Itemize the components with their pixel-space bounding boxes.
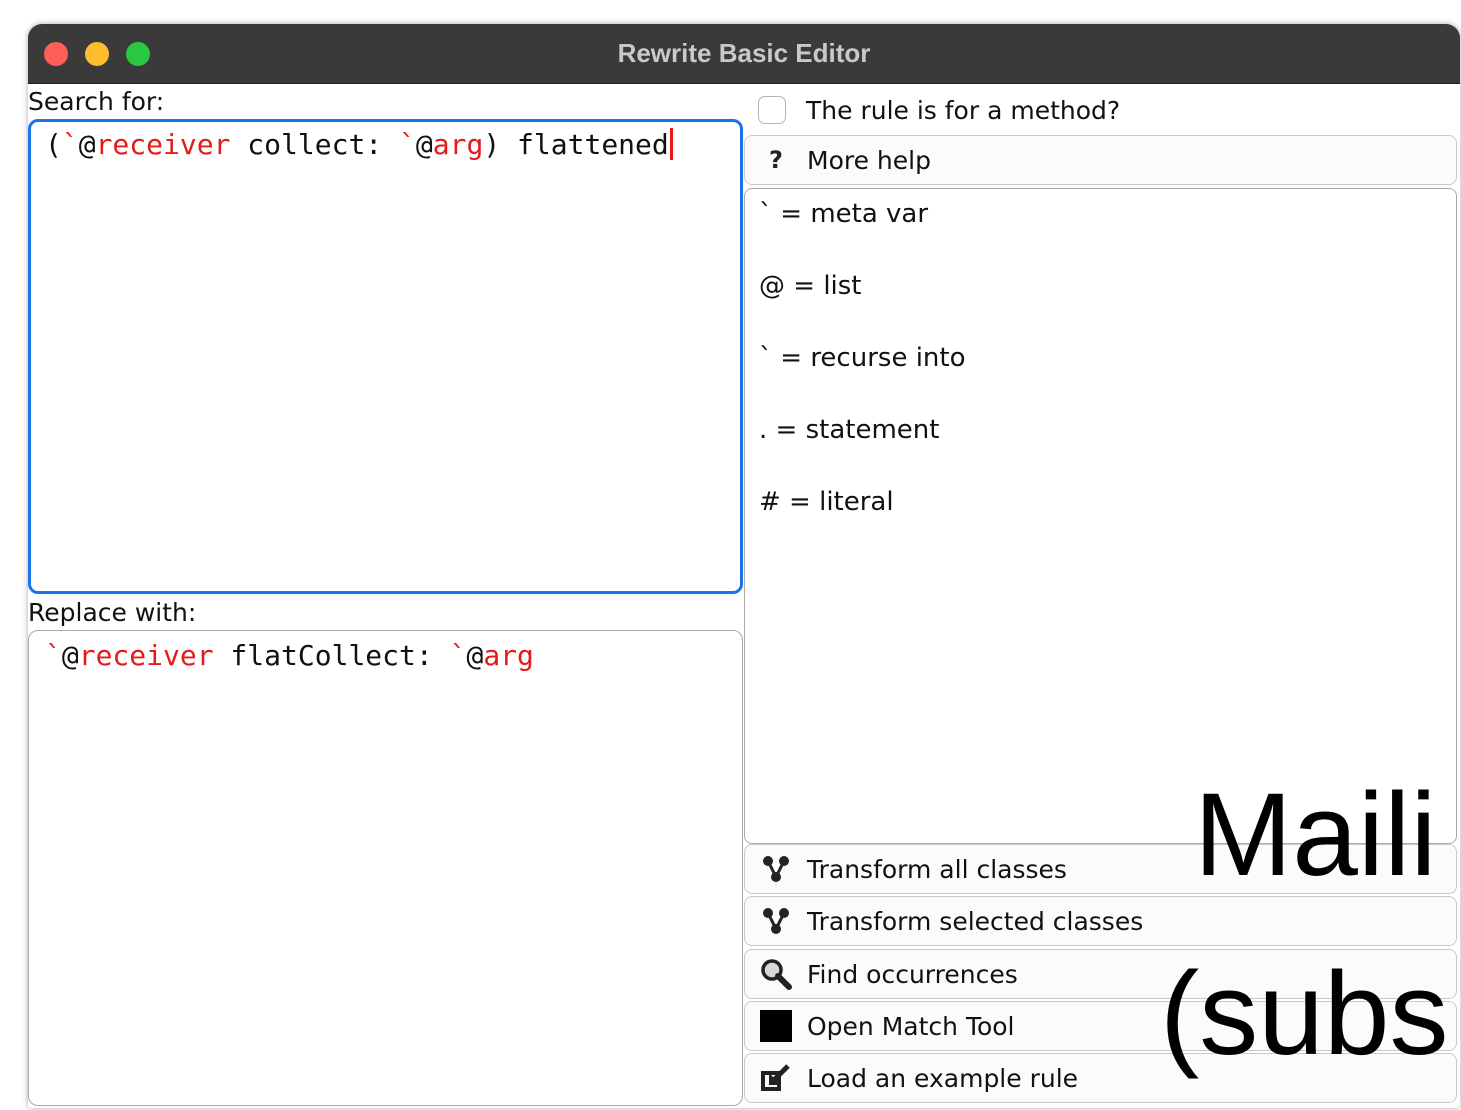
replace-label: Replace with:	[28, 598, 197, 627]
meta-variable-token: `	[45, 639, 62, 672]
legend-item-list: @ = list	[759, 271, 862, 301]
black-square-icon	[759, 1009, 793, 1043]
code-token: @	[415, 128, 433, 161]
load-icon	[759, 1061, 793, 1095]
window-title: Rewrite Basic Editor	[617, 38, 871, 68]
transform-icon	[759, 904, 793, 938]
more-help-button[interactable]: ? More help	[744, 135, 1457, 185]
method-rule-checkbox[interactable]	[758, 96, 786, 124]
code-token: ) flattened	[483, 128, 669, 161]
overlay-text-line1: Maili	[1194, 769, 1437, 901]
question-icon: ?	[769, 146, 783, 174]
load-example-rule-label: Load an example rule	[807, 1063, 1079, 1093]
search-label: Search for:	[28, 87, 165, 116]
legend-item-recurse-into: ` = recurse into	[759, 343, 966, 373]
legend-item-statement: . = statement	[759, 415, 940, 445]
meta-variable-token: receiver	[78, 639, 214, 672]
code-token: (	[45, 128, 62, 161]
legend-item-meta-var: ` = meta var	[759, 199, 929, 229]
meta-variable-token: `	[449, 639, 467, 672]
code-token: @	[78, 128, 96, 161]
more-help-label: More help	[807, 145, 931, 175]
code-token: flatCollect:	[213, 639, 450, 672]
transform-selected-classes-button[interactable]: Transform selected classes	[744, 896, 1457, 946]
overlay-text-line2: (subs	[1160, 948, 1449, 1080]
meta-variable-token: arg	[432, 128, 484, 161]
meta-variable-token: receiver	[95, 128, 231, 161]
legend-item-literal: # = literal	[759, 487, 894, 517]
transform-all-classes-label: Transform all classes	[807, 854, 1067, 884]
meta-variable-token: `	[61, 128, 79, 161]
method-rule-checkbox-row[interactable]: The rule is for a method?	[758, 90, 1120, 130]
transform-icon	[759, 852, 793, 886]
meta-variable-token: `	[399, 128, 416, 161]
replace-pattern-editor[interactable]: `@receiver flatCollect: `@arg	[28, 630, 743, 1106]
meta-variable-token: arg	[483, 639, 534, 672]
syntax-legend-panel: ` = meta var @ = list ` = recurse into .…	[744, 188, 1457, 844]
open-match-tool-label: Open Match Tool	[807, 1011, 1015, 1041]
code-token: @	[61, 639, 79, 672]
method-rule-checkbox-label: The rule is for a method?	[806, 95, 1121, 125]
text-caret	[669, 128, 673, 160]
code-token: collect:	[230, 128, 400, 161]
code-token: @	[466, 639, 484, 672]
search-pattern-editor[interactable]: (`@receiver collect: `@arg) flattened	[28, 119, 743, 594]
rewrite-editor-window: Rewrite Basic Editor Search for: (`@rece…	[28, 24, 1460, 1108]
transform-selected-classes-label: Transform selected classes	[807, 906, 1144, 936]
find-occurrences-label: Find occurrences	[807, 959, 1018, 989]
title-bar[interactable]: Rewrite Basic Editor	[28, 24, 1460, 84]
magnifier-icon	[759, 957, 793, 991]
